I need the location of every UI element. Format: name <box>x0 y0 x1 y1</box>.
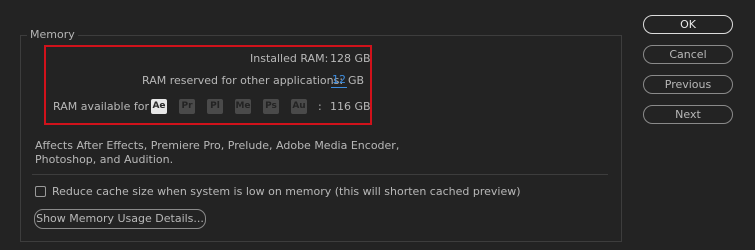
ram-available-value: 116 GB <box>330 100 371 113</box>
affects-text-line1: Affects After Effects, Premiere Pro, Pre… <box>35 139 400 152</box>
ram-reserved-label: RAM reserved for other applications: <box>142 74 344 87</box>
cancel-button[interactable]: Cancel <box>643 45 733 64</box>
premiere-pro-icon: Pr <box>179 99 195 114</box>
ok-button[interactable]: OK <box>643 15 733 34</box>
ram-reserved-input[interactable]: 12 <box>331 73 347 88</box>
reduce-cache-label: Reduce cache size when system is low on … <box>52 185 521 198</box>
memory-group-label: Memory <box>27 28 78 41</box>
audition-icon: Au <box>291 99 307 114</box>
ram-available-colon: : <box>318 100 322 113</box>
photoshop-icon: Ps <box>263 99 279 114</box>
prelude-icon: Pl <box>207 99 223 114</box>
after-effects-icon: Ae <box>151 99 167 114</box>
dialog-buttons-area <box>626 0 755 250</box>
ram-reserved-unit: GB <box>348 74 365 87</box>
affects-text-line2: Photoshop, and Audition. <box>35 153 174 166</box>
installed-ram-label: Installed RAM: <box>250 52 329 65</box>
reduce-cache-checkbox[interactable] <box>35 186 46 197</box>
previous-button[interactable]: Previous <box>643 75 733 94</box>
divider <box>32 174 608 175</box>
installed-ram-value: 128 GB <box>330 52 371 65</box>
media-encoder-icon: Me <box>235 99 251 114</box>
show-memory-details-button[interactable]: Show Memory Usage Details... <box>34 209 206 229</box>
next-button[interactable]: Next <box>643 105 733 124</box>
ram-available-label: RAM available for <box>53 100 149 113</box>
